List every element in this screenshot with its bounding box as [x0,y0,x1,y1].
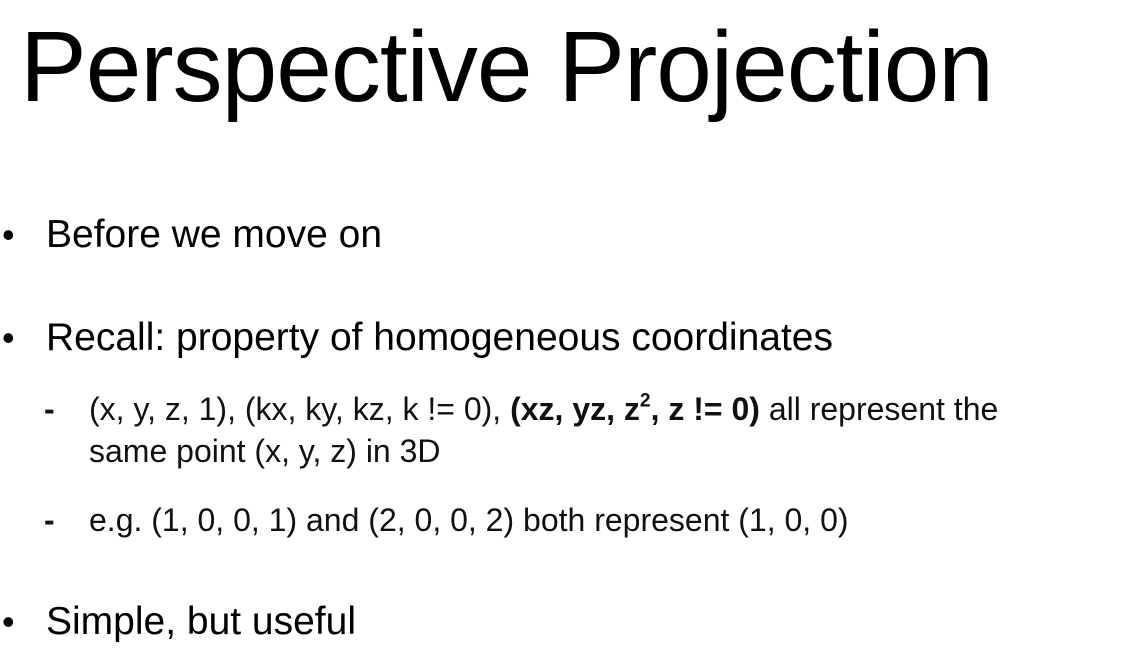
sub-bullet-item: - (x, y, z, 1), (kx, ky, kz, k != 0), (x… [44,388,1049,472]
dash-icon: - [44,502,55,538]
slide-title: Perspective Projection [20,11,994,123]
slide: Perspective Projection • Before we move … [0,0,1134,662]
sub-bullet-text: (x, y, z, 1), (kx, ky, kz, k != 0), (xz,… [89,388,1049,472]
bold-expression-prefix: (xz, yz, z [510,391,640,427]
bullet-text: Before we move on [46,213,383,256]
sub-bullet-item: - e.g. (1, 0, 0, 1) and (2, 0, 0, 2) bot… [44,499,1049,541]
bullet-icon: • [2,601,15,642]
sub-bullet-text: e.g. (1, 0, 0, 1) and (2, 0, 0, 2) both … [89,502,849,538]
bullet-item: • Simple, but useful [0,600,356,644]
bullet-icon: • [2,214,15,255]
bullet-text: Simple, but useful [46,600,357,643]
superscript: 2 [639,390,651,412]
bullet-icon: • [2,317,15,358]
bullet-item: • Before we move on [0,213,382,257]
bold-expression: (xz, yz, z2, z != 0) [510,391,760,427]
dash-icon: - [44,391,55,427]
sub-bullet-text-part: (x, y, z, 1), (kx, ky, kz, k != 0), [89,391,511,427]
bold-expression-suffix: , z != 0) [650,391,760,427]
bullet-text: Recall: property of homogeneous coordina… [46,316,833,359]
bullet-item: • Recall: property of homogeneous coordi… [0,316,833,360]
